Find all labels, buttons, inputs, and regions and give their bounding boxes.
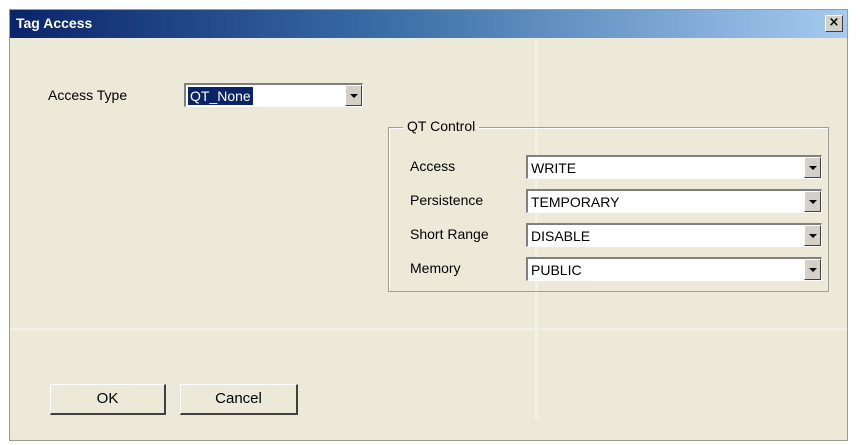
qt-control-group: QT Control Access WRITE Persistence TEMP… bbox=[388, 118, 829, 292]
persistence-dropdown-button[interactable] bbox=[804, 191, 821, 212]
memory-label: Memory bbox=[410, 260, 461, 276]
chevron-down-icon bbox=[809, 166, 817, 170]
memory-select[interactable]: PUBLIC bbox=[526, 257, 822, 281]
chevron-down-icon bbox=[809, 268, 817, 272]
chevron-down-icon bbox=[350, 94, 358, 98]
access-select[interactable]: WRITE bbox=[526, 155, 822, 179]
access-dropdown-button[interactable] bbox=[804, 157, 821, 178]
memory-dropdown-button[interactable] bbox=[804, 259, 821, 280]
title-bar: Tag Access × bbox=[10, 10, 847, 38]
persistence-value: TEMPORARY bbox=[531, 194, 620, 210]
qt-control-legend: QT Control bbox=[403, 118, 480, 134]
background-line bbox=[10, 328, 847, 330]
persistence-select[interactable]: TEMPORARY bbox=[526, 189, 822, 213]
close-icon: × bbox=[828, 15, 840, 30]
chevron-down-icon bbox=[809, 200, 817, 204]
short-range-select[interactable]: DISABLE bbox=[526, 223, 822, 247]
short-range-dropdown-button[interactable] bbox=[804, 225, 821, 246]
window-title: Tag Access bbox=[16, 15, 93, 31]
memory-value: PUBLIC bbox=[531, 262, 582, 278]
access-type-value: QT_None bbox=[188, 87, 253, 105]
ok-button[interactable]: OK bbox=[50, 384, 166, 415]
tag-access-dialog: Tag Access × Access Type QT_None QT Cont… bbox=[9, 9, 848, 441]
access-label: Access bbox=[410, 158, 456, 174]
cancel-button[interactable]: Cancel bbox=[180, 384, 298, 415]
short-range-value: DISABLE bbox=[531, 228, 591, 244]
access-type-select[interactable]: QT_None bbox=[184, 83, 363, 107]
close-button[interactable]: × bbox=[825, 15, 843, 32]
access-type-label: Access Type bbox=[48, 87, 128, 103]
short-range-label: Short Range bbox=[410, 226, 489, 242]
access-value: WRITE bbox=[531, 160, 577, 176]
chevron-down-icon bbox=[809, 234, 817, 238]
access-type-dropdown-button[interactable] bbox=[345, 85, 362, 106]
persistence-label: Persistence bbox=[410, 192, 484, 208]
